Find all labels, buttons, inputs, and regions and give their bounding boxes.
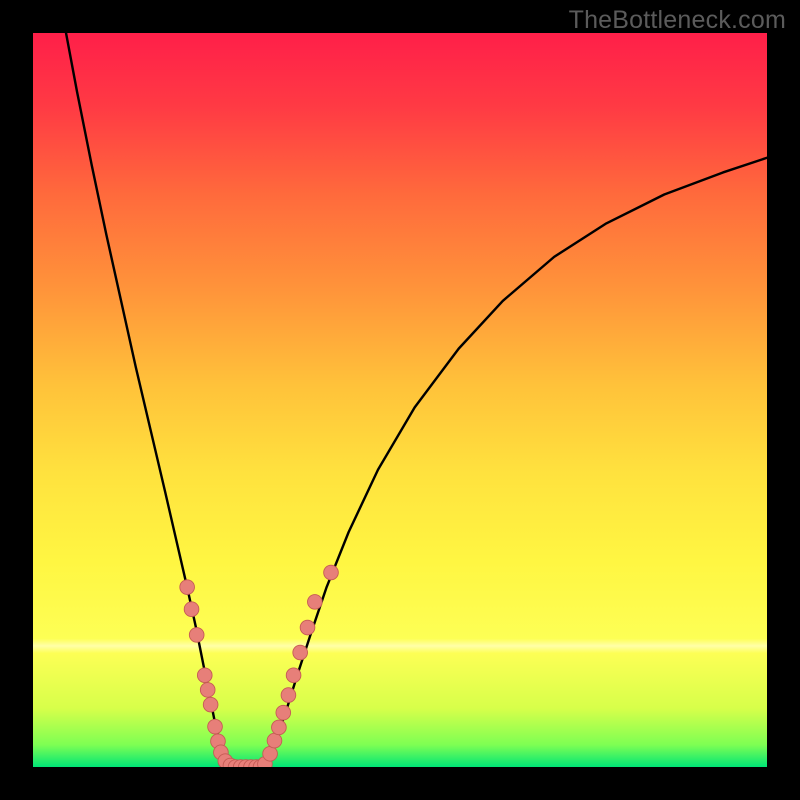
data-dot (263, 746, 278, 761)
data-dot (184, 602, 199, 617)
data-dot (281, 688, 296, 703)
data-dot (276, 705, 291, 720)
data-dot (300, 620, 315, 635)
data-dot (267, 733, 282, 748)
data-dot (272, 720, 287, 735)
chart-svg (33, 33, 767, 767)
data-dot (293, 645, 308, 660)
data-dot (203, 697, 218, 712)
data-dot (200, 683, 215, 698)
data-dot (189, 628, 204, 643)
data-dot (197, 668, 212, 683)
data-dot (180, 580, 195, 595)
data-dot (308, 595, 323, 610)
plot-area (33, 33, 767, 767)
data-dot (286, 668, 301, 683)
chart-stage: TheBottleneck.com (0, 0, 800, 800)
data-dot (324, 565, 339, 580)
data-dot (208, 719, 223, 734)
watermark-text: TheBottleneck.com (569, 6, 786, 35)
